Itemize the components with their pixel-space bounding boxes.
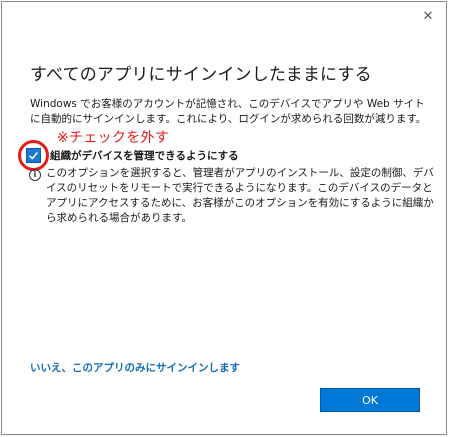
info-text: このオプションを選択すると、管理者がアプリのインストール、設定の制御、デバイスの… [46, 167, 434, 224]
ok-button[interactable]: OK [320, 388, 420, 412]
dialog-description: Windows でお客様のアカウントが記憶され、このデバイスでアプリや Web … [30, 98, 427, 125]
info-icon: i [29, 169, 41, 181]
checkmark-icon [28, 151, 39, 160]
manage-device-label[interactable]: 組織がデバイスを管理できるようにする [50, 148, 239, 163]
this-app-only-link[interactable]: いいえ、このアプリのみにサインインします [30, 360, 240, 375]
close-icon: ✕ [422, 9, 434, 24]
manage-device-checkbox[interactable] [26, 148, 41, 163]
dialog-title: すべてのアプリにサインインしたままにする [30, 65, 372, 85]
close-button[interactable]: ✕ [418, 8, 438, 26]
sign-in-dialog: ✕ すべてのアプリにサインインしたままにする Windows でお客様のアカウン… [1, 1, 447, 435]
annotation-text: ※チェックを外す [57, 130, 170, 146]
